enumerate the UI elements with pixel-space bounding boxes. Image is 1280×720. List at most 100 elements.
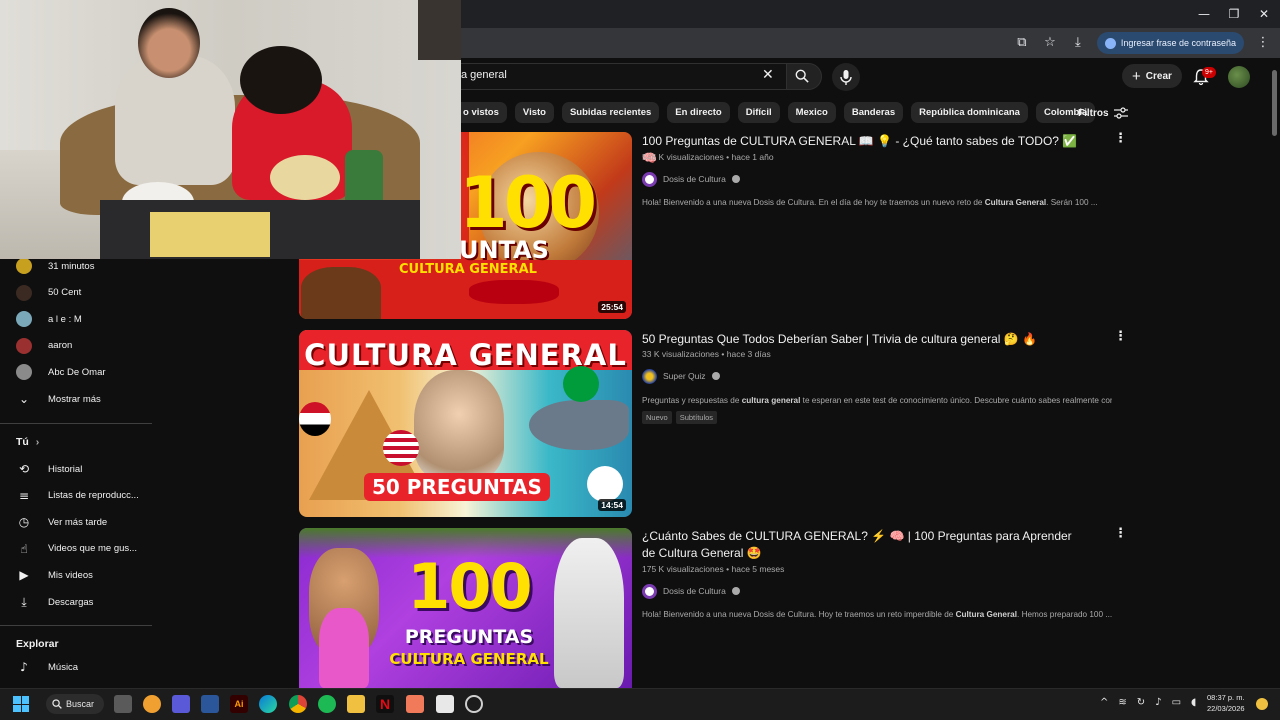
edge-icon[interactable] <box>259 695 277 713</box>
channel-link[interactable]: Super Quiz <box>642 368 720 384</box>
upload-age: hace 1 año <box>731 152 774 162</box>
teams-icon[interactable] <box>172 695 190 713</box>
you-section-heading[interactable]: Tú › <box>16 436 39 448</box>
clear-search-icon[interactable]: ✕ <box>762 67 774 83</box>
downloads-icon[interactable]: ⤓ <box>1069 34 1087 52</box>
channel-link[interactable]: Dosis de Cultura <box>642 171 740 187</box>
create-label: Crear <box>1145 70 1172 82</box>
video-meta: 546 K visualizaciones • hace 1 año <box>642 152 774 162</box>
video-menu-icon[interactable]: ⋮ <box>1114 131 1127 146</box>
channel-avatar <box>16 258 32 274</box>
thumbnail-text: CULTURA GENERAL <box>389 650 549 668</box>
sidebar-item-label: Mis videos <box>48 569 93 581</box>
sidebar-subscription-item[interactable]: aaron <box>0 333 152 359</box>
file-explorer-icon[interactable] <box>347 695 365 713</box>
playlist-icon: ≡ <box>18 488 30 503</box>
start-windows-icon[interactable] <box>13 696 29 712</box>
sidebar-you-item[interactable]: ≡ Listas de reproducc... <box>0 483 152 509</box>
sidebar-you-item[interactable]: ▶ Mis videos <box>0 562 152 588</box>
sidebar-item-label: Listas de reproducc... <box>48 490 139 502</box>
taskbar-search[interactable]: Buscar <box>46 694 105 714</box>
network-icon[interactable]: ≋ <box>1118 697 1126 708</box>
display-icon[interactable]: ▭ <box>1172 697 1181 708</box>
filter-chip[interactable]: Visto <box>514 102 554 123</box>
sidebar-subscription-item[interactable]: 50 Cent <box>0 280 152 306</box>
task-view-icon[interactable] <box>114 695 132 713</box>
sidebar-divider <box>0 625 152 626</box>
illustrator-icon[interactable]: Ai <box>230 695 248 713</box>
verified-icon <box>731 587 740 595</box>
channel-avatar <box>16 337 32 354</box>
search-icon <box>795 69 809 83</box>
video-description: Hola! Bienvenido a una nueva Dosis de Cu… <box>642 610 1112 619</box>
filter-chip[interactable]: República dominicana <box>911 102 1028 123</box>
notepad-icon[interactable] <box>436 695 454 713</box>
page-scrollbar[interactable] <box>1270 58 1280 688</box>
notification-count-badge: 9+ <box>1202 67 1216 78</box>
video-title[interactable]: ¿Cuánto Sabes de CULTURA GENERAL? ⚡ 🧠 | … <box>642 528 1082 562</box>
sidebar-item-label: aaron <box>48 340 73 351</box>
obs-icon[interactable] <box>465 695 483 713</box>
install-app-icon[interactable]: ⧉ <box>1013 34 1031 52</box>
spotify-icon[interactable] <box>318 695 336 713</box>
sidebar-you-item[interactable]: ⟲ Historial <box>0 456 152 482</box>
thumbnail-text: UNTAS <box>459 236 549 264</box>
bookmark-star-icon[interactable]: ☆ <box>1041 34 1059 52</box>
close-window-button[interactable]: ✕ <box>1250 4 1278 24</box>
minimize-button[interactable]: — <box>1190 4 1218 24</box>
passphrase-button[interactable]: Ingresar frase de contraseña <box>1096 32 1244 54</box>
filter-chip[interactable]: Difícil <box>737 102 780 123</box>
channel-avatar <box>642 583 657 599</box>
voice-search-button[interactable] <box>832 63 860 91</box>
chrome-icon[interactable] <box>289 695 307 713</box>
sidebar-item-label: Música <box>48 661 79 673</box>
volume-icon[interactable]: ◖ <box>1191 697 1196 708</box>
app-icon[interactable] <box>143 695 161 713</box>
sidebar-you-item[interactable]: ◷ Ver más tarde <box>0 509 152 535</box>
sync-icon[interactable]: ↻ <box>1137 697 1145 708</box>
clock-date: 22/03/2026 <box>1207 704 1245 713</box>
sidebar-you-item[interactable]: ☝ Videos que me gus... <box>0 536 152 562</box>
video-title[interactable]: 50 Preguntas Que Todos Deberían Saber | … <box>642 331 1082 348</box>
video-thumbnail[interactable]: CULTURA GENERAL 50 PREGUNTAS 14:54 <box>299 330 632 517</box>
filter-chip[interactable]: En directo <box>667 102 730 123</box>
scrollbar-thumb[interactable] <box>1272 70 1277 136</box>
thumbnail-text: 100 <box>407 550 532 623</box>
channel-name: Dosis de Cultura <box>663 586 726 596</box>
sidebar-subscription-item[interactable]: Abc De Omar <box>0 359 152 385</box>
notification-center-icon[interactable] <box>1256 698 1268 710</box>
sidebar-subscription-item[interactable]: a l e : M <box>0 306 152 332</box>
plus-icon: + <box>1132 67 1141 85</box>
channel-avatar <box>16 364 32 380</box>
sidebar-you-item[interactable]: ⤓ Descargas <box>0 589 152 615</box>
filter-chip[interactable]: Banderas <box>843 102 904 123</box>
sidebar-item-music[interactable]: ♪ Música <box>0 654 152 680</box>
word-icon[interactable] <box>201 695 219 713</box>
thumbs-up-icon: ☝ <box>20 541 28 556</box>
filters-button[interactable]: Filtros <box>1078 107 1128 119</box>
video-description: Preguntas y respuestas de cultura genera… <box>642 396 1112 405</box>
microphone-icon[interactable]: ♪ <box>1155 697 1161 708</box>
create-button[interactable]: + Crear <box>1122 64 1182 88</box>
search-query-text[interactable]: a general <box>461 69 507 81</box>
filter-chip[interactable]: Subidas recientes <box>561 102 660 123</box>
sidebar-item-label: Videos que me gus... <box>48 543 138 555</box>
netflix-icon[interactable]: N <box>376 695 394 713</box>
download-icon: ⤓ <box>21 594 27 609</box>
account-avatar[interactable] <box>1228 66 1250 88</box>
taskbar-clock[interactable]: 08:37 p. m. 22/03/2026 <box>1207 692 1245 714</box>
show-more-button[interactable]: ⌄ Mostrar más <box>0 386 152 412</box>
video-meta: 175 K visualizaciones • hace 5 meses <box>642 564 784 574</box>
tray-chevron-icon[interactable]: ^ <box>1100 697 1108 708</box>
my-videos-icon: ▶ <box>19 568 29 583</box>
channel-link[interactable]: Dosis de Cultura <box>642 583 740 599</box>
filter-chip[interactable]: Mexico <box>787 102 836 123</box>
filter-chip[interactable]: o vistos <box>461 102 507 123</box>
video-menu-icon[interactable]: ⋮ <box>1114 329 1127 344</box>
video-menu-icon[interactable]: ⋮ <box>1114 526 1127 541</box>
video-thumbnail[interactable]: 100 PREGUNTAS CULTURA GENERAL <box>299 528 632 688</box>
thumbnail-text: CULTURA GENERAL <box>399 262 537 277</box>
restore-button[interactable]: ❐ <box>1220 4 1248 24</box>
browser-menu-icon[interactable]: ⋮ <box>1254 34 1272 52</box>
mail-icon[interactable] <box>406 695 424 713</box>
